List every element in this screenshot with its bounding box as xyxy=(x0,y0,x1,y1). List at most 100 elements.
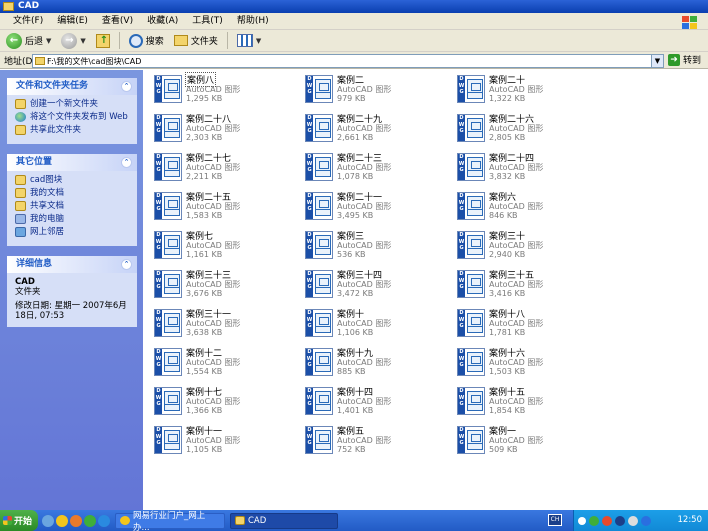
antivirus-icon[interactable] xyxy=(602,515,612,526)
file-item[interactable]: D W G 案例十 AutoCAD 图形 1,106 KB xyxy=(299,307,449,341)
menu-help[interactable]: 帮助(H) xyxy=(230,13,276,30)
collapse-chevron-icon[interactable]: ⌃ xyxy=(121,81,132,92)
file-size: 2,805 KB xyxy=(489,133,526,142)
go-button[interactable]: ➜ 转到 xyxy=(668,53,701,66)
place-my-documents[interactable]: 我的文档 xyxy=(15,188,131,198)
task-new-folder[interactable]: 创建一个新文件夹 xyxy=(15,99,131,109)
collapse-chevron-icon[interactable]: ⌃ xyxy=(121,157,132,168)
other-places-header[interactable]: 其它位置 ⌃ xyxy=(7,154,137,171)
taskbar-item-browser[interactable]: 网易行业门户_网上办... xyxy=(115,511,225,531)
menu-edit[interactable]: 编辑(E) xyxy=(50,13,95,30)
file-item[interactable]: D W G 案例二十一 AutoCAD 图形 3,495 KB xyxy=(299,190,449,224)
dwg-file-icon: DWG xyxy=(457,309,485,337)
file-item[interactable]: D W G 案例二十三 AutoCAD 图形 1,078 KB xyxy=(299,151,449,185)
volume-icon[interactable] xyxy=(628,515,638,526)
file-item[interactable]: D W G 案例二十四 AutoCAD 图形 3,832 KB xyxy=(451,151,601,185)
file-size: 3,638 KB xyxy=(186,328,223,337)
place-network[interactable]: 网上邻居 xyxy=(15,227,131,237)
folder-icon xyxy=(3,2,14,11)
expand-tray-icon[interactable] xyxy=(578,516,586,525)
dwg-file-icon: DWG xyxy=(305,270,333,298)
file-size: 3,495 KB xyxy=(337,211,374,220)
file-size: 1,161 KB xyxy=(186,250,223,259)
shared-documents-icon xyxy=(15,201,26,211)
place-label: 我的电脑 xyxy=(30,214,65,224)
file-item[interactable]: D W G 案例十八 AutoCAD 图形 1,781 KB xyxy=(451,307,601,341)
file-item[interactable]: D W G 案例十七 AutoCAD 图形 1,366 KB xyxy=(148,385,298,419)
language-indicator[interactable]: CH xyxy=(548,514,562,526)
file-item[interactable]: D W G 案例六 AutoCAD 图形 846 KB xyxy=(451,190,601,224)
details-header[interactable]: 详细信息 ⌃ xyxy=(7,256,137,273)
place-my-computer[interactable]: 我的电脑 xyxy=(15,214,131,224)
task-publish-web[interactable]: 将这个文件夹发布到 Web xyxy=(15,112,131,122)
search-button[interactable]: 搜索 xyxy=(126,31,167,51)
file-item[interactable]: D W G 案例三 AutoCAD 图形 536 KB xyxy=(299,229,449,263)
task-share-folder[interactable]: 共享此文件夹 xyxy=(15,125,131,135)
menu-file[interactable]: 文件(F) xyxy=(6,13,50,30)
start-button[interactable]: 开始 xyxy=(0,510,38,531)
forward-button[interactable]: → ▼ xyxy=(58,31,88,51)
file-item[interactable]: D W G 案例二十 AutoCAD 图形 1,322 KB xyxy=(451,73,601,107)
address-dropdown-button[interactable]: ▼ xyxy=(651,55,663,67)
qq-icon[interactable] xyxy=(56,514,68,527)
windows-flag-icon xyxy=(3,516,12,525)
file-item[interactable]: D W G 案例二十六 AutoCAD 图形 2,805 KB xyxy=(451,112,601,146)
details-panel: 详细信息 ⌃ CAD 文件夹 修改日期: 星期一 2007年6月 18日, 07… xyxy=(7,256,137,327)
file-item[interactable]: D W G 案例二十七 AutoCAD 图形 2,211 KB xyxy=(148,151,298,185)
up-folder-button[interactable]: ↑ xyxy=(93,31,113,51)
place-cad-blocks[interactable]: cad图块 xyxy=(15,175,131,185)
tasks-panel-header[interactable]: 文件和文件夹任务 ⌃ xyxy=(7,78,137,95)
menu-favorites[interactable]: 收藏(A) xyxy=(140,13,185,30)
menu-tools[interactable]: 工具(T) xyxy=(185,13,230,30)
clock: 12:50 xyxy=(677,515,703,525)
file-item[interactable]: D W G 案例八 AutoCAD 图形 1,295 KB xyxy=(148,72,298,107)
update-icon[interactable] xyxy=(615,515,625,526)
file-item[interactable]: D W G 案例二十八 AutoCAD 图形 2,303 KB xyxy=(148,112,298,146)
file-item[interactable]: D W G 案例七 AutoCAD 图形 1,161 KB xyxy=(148,229,298,263)
collapse-chevron-icon[interactable]: ⌃ xyxy=(121,259,132,270)
dwg-file-icon: DWG xyxy=(154,114,182,142)
messenger-tray-icon[interactable] xyxy=(641,515,651,526)
dwg-file-icon: DWG xyxy=(457,75,485,103)
back-button[interactable]: ← 后退 ▼ xyxy=(3,31,54,51)
dwg-file-icon: DWG xyxy=(457,231,485,259)
go-arrow-icon: ➜ xyxy=(668,53,680,66)
ie-icon[interactable] xyxy=(98,514,110,527)
up-folder-icon: ↑ xyxy=(95,33,110,48)
file-item[interactable]: D W G 案例三十五 AutoCAD 图形 3,416 KB xyxy=(451,268,601,302)
views-icon xyxy=(236,34,253,47)
file-item[interactable]: D W G 案例十四 AutoCAD 图形 1,401 KB xyxy=(299,385,449,419)
file-item[interactable]: D W G 案例三十三 AutoCAD 图形 3,676 KB xyxy=(148,268,298,302)
toolbar: ← 后退 ▼ → ▼ ↑ 搜索 文件夹 ▼ xyxy=(0,30,708,52)
dwg-file-icon: DWG xyxy=(457,192,485,220)
file-item[interactable]: D W G 案例二 AutoCAD 图形 979 KB xyxy=(299,73,449,107)
file-item[interactable]: D W G 案例二十五 AutoCAD 图形 1,583 KB xyxy=(148,190,298,224)
folders-button[interactable]: 文件夹 xyxy=(171,31,221,51)
file-item[interactable]: D W G 案例十五 AutoCAD 图形 1,854 KB xyxy=(451,385,601,419)
desktop-icon[interactable] xyxy=(42,514,54,527)
dwg-file-icon: DWG xyxy=(154,270,182,298)
file-item[interactable]: D W G 案例二十九 AutoCAD 图形 2,661 KB xyxy=(299,112,449,146)
dwg-file-icon: DWG xyxy=(154,348,182,376)
messenger-icon[interactable] xyxy=(70,514,82,527)
views-button[interactable]: ▼ xyxy=(234,31,264,51)
file-item[interactable]: D W G 案例三十 AutoCAD 图形 2,940 KB xyxy=(451,229,601,263)
address-input[interactable]: F:\我的文件\cad图块\CAD ▼ xyxy=(32,54,664,68)
file-item[interactable]: D W G 案例十九 AutoCAD 图形 885 KB xyxy=(299,346,449,380)
taskbar-item-cad[interactable]: CAD xyxy=(230,512,338,529)
media-icon[interactable] xyxy=(84,514,96,527)
toolbar-separator xyxy=(226,32,228,49)
file-item[interactable]: D W G 案例十二 AutoCAD 图形 1,554 KB xyxy=(148,346,298,380)
dwg-file-icon: DWG xyxy=(154,231,182,259)
file-item[interactable]: D W G 案例三十一 AutoCAD 图形 3,638 KB xyxy=(148,307,298,341)
dwg-file-icon: DWG xyxy=(305,192,333,220)
file-item[interactable]: D W G 案例十一 AutoCAD 图形 1,105 KB xyxy=(148,424,298,458)
file-item[interactable]: D W G 案例三十四 AutoCAD 图形 3,472 KB xyxy=(299,268,449,302)
publish-web-icon xyxy=(15,112,26,122)
menu-view[interactable]: 查看(V) xyxy=(95,13,140,30)
file-item[interactable]: D W G 案例一 AutoCAD 图形 509 KB xyxy=(451,424,601,458)
network-icon[interactable] xyxy=(589,515,599,526)
file-item[interactable]: D W G 案例十六 AutoCAD 图形 1,503 KB xyxy=(451,346,601,380)
file-item[interactable]: D W G 案例五 AutoCAD 图形 752 KB xyxy=(299,424,449,458)
place-shared-documents[interactable]: 共享文档 xyxy=(15,201,131,211)
